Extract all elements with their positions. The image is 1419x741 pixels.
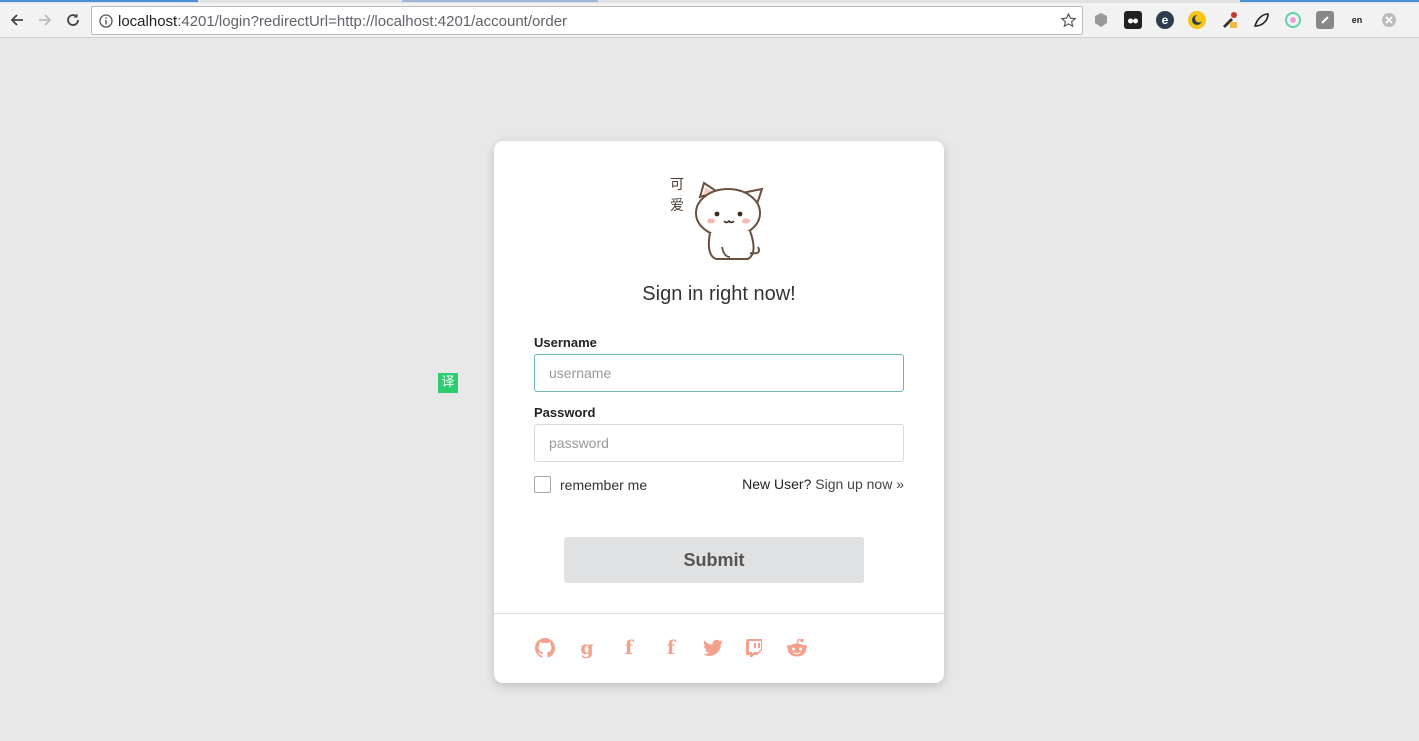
address-bar[interactable]: localhost:4201/login?redirectUrl=http://… bbox=[91, 6, 1083, 35]
translate-badge[interactable]: 译 bbox=[438, 373, 458, 393]
extension-tampermonkey-icon[interactable] bbox=[1124, 11, 1142, 29]
remember-me: remember me bbox=[534, 476, 647, 493]
forward-icon[interactable] bbox=[34, 9, 56, 31]
svg-text:可: 可 bbox=[670, 177, 684, 193]
submit-button[interactable]: Submit bbox=[564, 537, 864, 583]
tab-indicator bbox=[1240, 0, 1419, 2]
social-login-list: g f f bbox=[534, 637, 808, 659]
url-text: localhost:4201/login?redirectUrl=http://… bbox=[118, 13, 568, 30]
facebook-icon[interactable]: f bbox=[618, 637, 640, 659]
twitter-icon[interactable] bbox=[702, 637, 724, 659]
extension-close-circle-icon[interactable] bbox=[1380, 11, 1398, 29]
tab-indicator bbox=[0, 0, 198, 2]
extension-e-icon[interactable]: e bbox=[1156, 11, 1174, 29]
cat-mascot-icon: 可 爱 bbox=[670, 177, 764, 260]
remember-checkbox[interactable] bbox=[534, 476, 551, 493]
browser-toolbar: localhost:4201/login?redirectUrl=http://… bbox=[0, 3, 1419, 38]
remember-label[interactable]: remember me bbox=[560, 477, 647, 493]
signup-link[interactable]: Sign up now » bbox=[815, 476, 904, 492]
divider bbox=[494, 613, 944, 614]
info-icon[interactable] bbox=[99, 14, 113, 33]
password-label: Password bbox=[534, 405, 596, 420]
github-icon[interactable] bbox=[534, 637, 556, 659]
username-input[interactable] bbox=[534, 354, 904, 392]
login-card: 可 爱 Sign in right now! Username Password… bbox=[494, 141, 944, 683]
google-icon[interactable]: g bbox=[576, 637, 598, 659]
extension-moon-icon[interactable] bbox=[1188, 11, 1206, 29]
facebook-icon[interactable]: f bbox=[660, 637, 682, 659]
new-user-text: New User? bbox=[742, 476, 812, 492]
extension-square-icon[interactable] bbox=[1316, 11, 1334, 29]
extension-translate-icon[interactable]: en bbox=[1348, 11, 1366, 29]
reload-icon[interactable] bbox=[62, 9, 84, 31]
password-input[interactable] bbox=[534, 424, 904, 462]
page-title: Sign in right now! bbox=[642, 283, 796, 305]
extension-eyedropper-icon[interactable] bbox=[1220, 11, 1238, 29]
username-label: Username bbox=[534, 335, 597, 350]
bookmark-star-icon[interactable] bbox=[1060, 12, 1077, 34]
reddit-icon[interactable] bbox=[786, 637, 808, 659]
extension-target-icon[interactable] bbox=[1284, 11, 1302, 29]
signup-prompt: New User? Sign up now » bbox=[742, 476, 904, 492]
twitch-icon[interactable] bbox=[744, 637, 766, 659]
svg-text:爱: 爱 bbox=[670, 198, 684, 214]
tab-indicator bbox=[402, 0, 598, 2]
extension-leaf-icon[interactable] bbox=[1252, 11, 1270, 29]
back-icon[interactable] bbox=[6, 9, 28, 31]
extension-cube-icon[interactable] bbox=[1092, 11, 1110, 29]
